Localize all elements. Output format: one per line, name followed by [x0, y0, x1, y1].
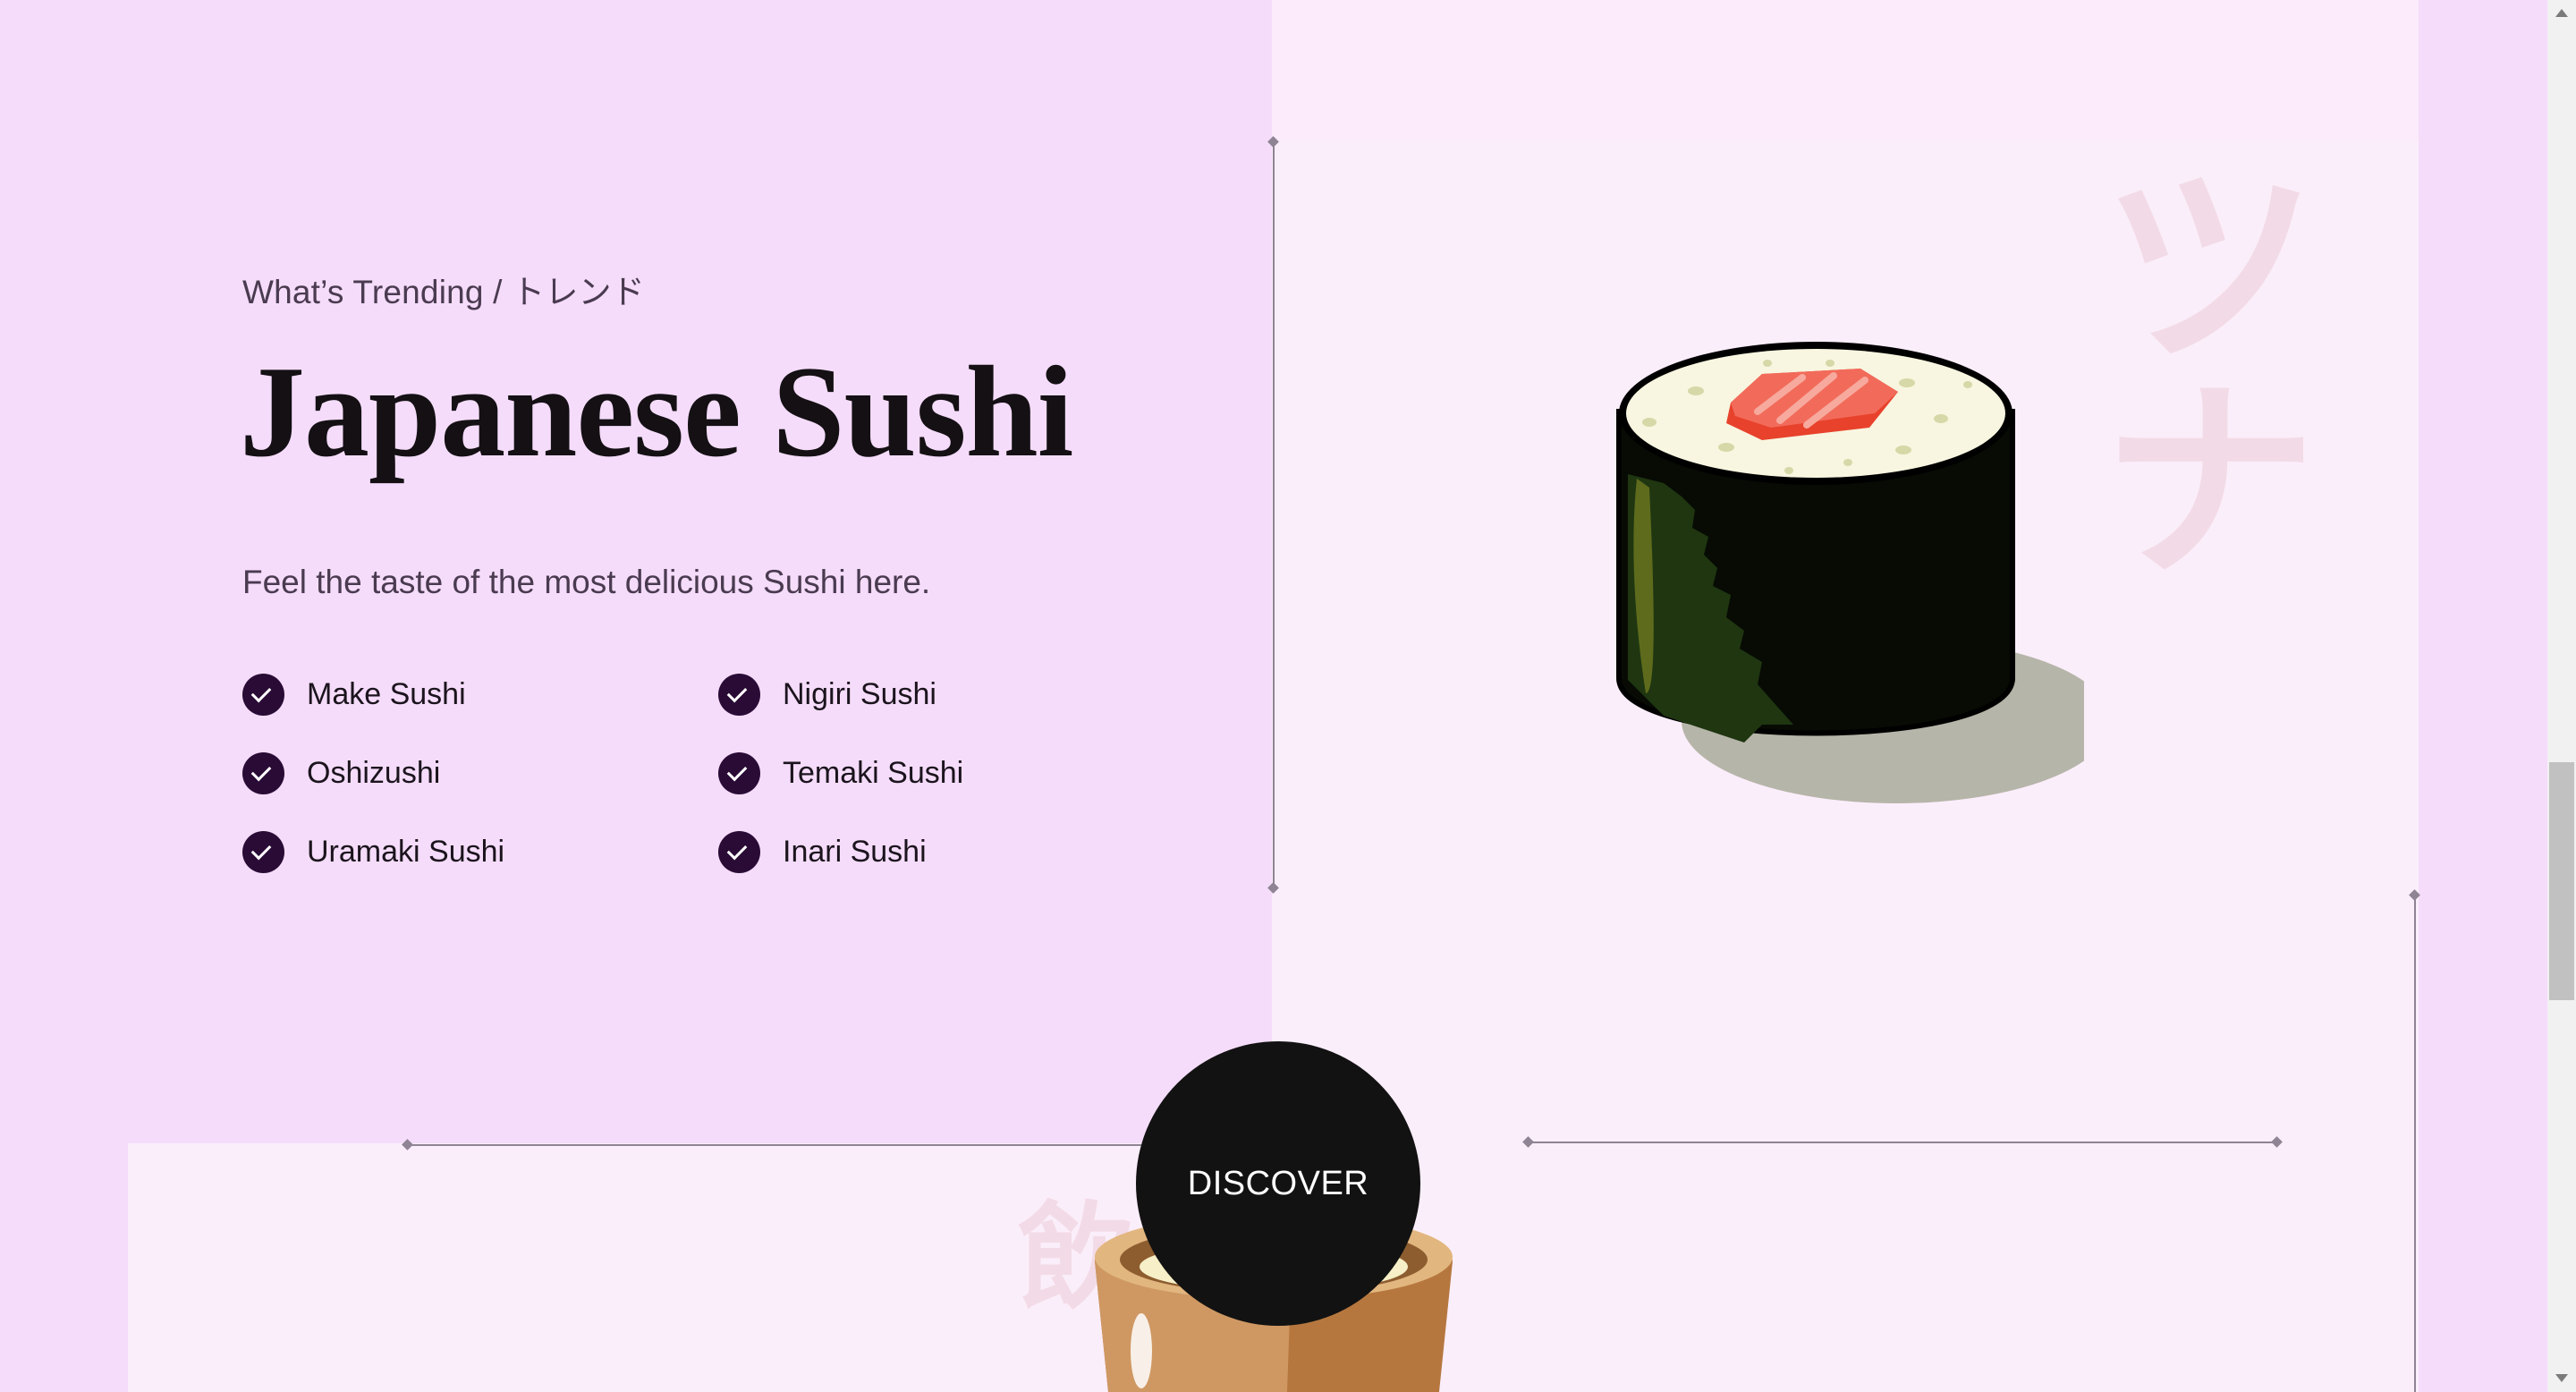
feature-label: Nigiri Sushi [783, 676, 936, 711]
divider-horizontal-left [408, 1144, 1141, 1146]
list-item: Inari Sushi [718, 830, 927, 873]
page-title: Japanese Sushi [240, 339, 1073, 484]
feature-label: Inari Sushi [783, 834, 927, 869]
page: ツ ナ 飲 What’s Trending / トレンド Japanese Su… [0, 0, 2576, 1392]
scrollbar-thumb[interactable] [2549, 762, 2574, 1000]
list-item: Nigiri Sushi [718, 673, 936, 716]
check-circle-icon [242, 673, 284, 716]
feature-label: Make Sushi [307, 676, 466, 711]
page-scrollbar[interactable] [2547, 0, 2576, 1392]
check-circle-icon [242, 751, 284, 794]
check-circle-icon [242, 830, 284, 873]
divider-vertical-right [2414, 895, 2416, 1392]
scroll-up-arrow-icon[interactable] [2547, 0, 2576, 27]
hero-subtitle: Feel the taste of the most delicious Sus… [242, 564, 931, 600]
image-panel-top-band [1272, 0, 2419, 140]
check-circle-icon [718, 751, 760, 794]
right-edge-strip [2419, 0, 2547, 1392]
list-item: Uramaki Sushi [242, 830, 504, 873]
list-item: Make Sushi [242, 673, 466, 716]
divider-vertical-left [1273, 141, 1275, 889]
list-item: Temaki Sushi [718, 751, 963, 794]
discover-button[interactable]: DISCOVER [1136, 1041, 1420, 1326]
hero-eyebrow: What’s Trending / トレンド [242, 274, 645, 310]
sushi-roll-illustration [1616, 342, 2084, 803]
decorative-kana-na: ナ [2102, 358, 2318, 608]
feature-label: Temaki Sushi [783, 755, 964, 790]
feature-label: Uramaki Sushi [307, 834, 505, 869]
feature-label: Oshizushi [307, 755, 441, 790]
check-circle-icon [718, 673, 760, 716]
decorative-kana-tsu: ツ [2102, 143, 2318, 394]
divider-horizontal-right [1528, 1142, 2277, 1143]
check-circle-icon [718, 830, 760, 873]
list-item: Oshizushi [242, 751, 440, 794]
scroll-down-arrow-icon[interactable] [2547, 1365, 2576, 1392]
